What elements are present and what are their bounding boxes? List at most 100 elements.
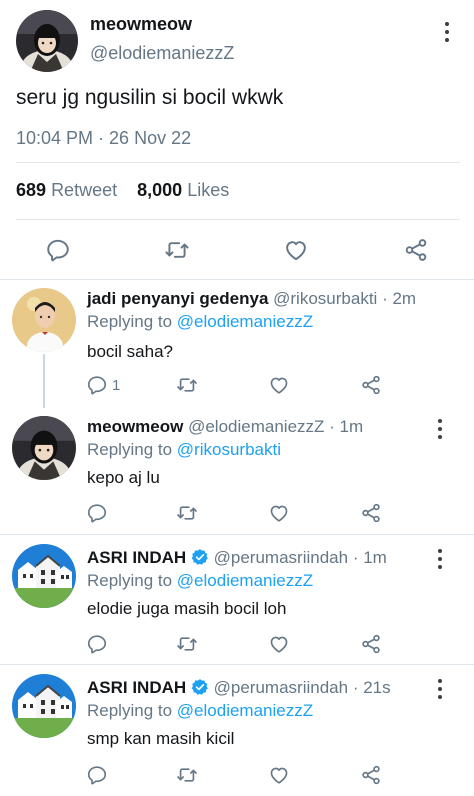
retweet-button[interactable] [157,230,197,270]
more-icon[interactable] [437,419,443,439]
reply-text: smp kan masih kicil [87,729,235,748]
retweet-icon [176,502,198,524]
avatar-rikosurbakti[interactable] [12,288,76,352]
replying-label: Replying to [87,701,173,720]
replying-to-handle[interactable]: @elodiemaniezzZ [177,312,313,331]
reply-tweet[interactable]: jadi penyanyi gedenya @rikosurbakti · 2m… [0,280,474,406]
like-icon [268,633,290,655]
reply-author-name[interactable]: meowmeow [87,417,183,436]
retweet-button[interactable] [176,372,198,398]
reply-icon [86,764,108,786]
share-button[interactable] [360,372,382,398]
reply-icon [45,237,71,263]
reply-button[interactable] [86,762,108,788]
reply-author-name[interactable]: ASRI INDAH [87,548,186,567]
share-icon [360,633,382,655]
replying-to-handle[interactable]: @elodiemaniezzZ [177,571,313,590]
divider [16,162,460,163]
reply-actions [0,631,474,657]
avatar-meowmeow[interactable] [12,416,76,480]
reply-button[interactable]: 1 [86,372,120,398]
reply-author-handle[interactable]: @perumasriindah [214,678,348,697]
like-button[interactable] [268,631,290,657]
author-name[interactable]: meowmeow [90,14,192,35]
reply-tweet[interactable]: ASRI INDAH @perumasriindah · 1m Replying… [0,535,474,663]
reply-count: 1 [112,376,121,394]
reply-author-name[interactable]: jadi penyanyi gedenya [87,289,268,308]
replying-to: Replying to @elodiemaniezzZ [87,571,313,591]
like-button[interactable] [276,230,316,270]
reply-text: bocil saha? [87,342,174,361]
retweet-icon [164,237,190,263]
reply-button[interactable] [86,500,108,526]
reply-text: elodie juga masih bocil loh [87,599,287,618]
reply-tweet[interactable]: ASRI INDAH @perumasriindah · 21s Replyin… [0,665,474,796]
avatar-perumasriindah[interactable] [12,674,76,738]
share-icon [403,237,429,263]
reply-header: jadi penyanyi gedenya @rikosurbakti · 2m [87,289,416,309]
retweet-count[interactable]: 689 [16,180,46,200]
more-icon[interactable] [437,679,443,699]
like-icon [283,237,309,263]
reply-button[interactable] [38,230,78,270]
like-icon [268,764,290,786]
reply-icon [86,502,108,524]
like-button[interactable] [268,500,290,526]
reply-icon [86,633,108,655]
reply-time: · 2m [382,289,417,308]
share-icon [360,374,382,396]
reply-icon [86,374,108,396]
share-icon [360,764,382,786]
share-icon [360,502,382,524]
reply-text: kepo aj lu [87,468,160,487]
share-button[interactable] [360,762,382,788]
retweet-button[interactable] [176,500,198,526]
tweet-text: seru jg ngusilin si bocil wkwk [16,86,284,109]
reply-actions [0,762,474,788]
verified-icon [191,679,208,695]
replying-to: Replying to @rikosurbakti [87,440,281,460]
replying-label: Replying to [87,571,173,590]
like-label[interactable]: Likes [187,180,229,200]
replying-to: Replying to @elodiemaniezzZ [87,312,313,332]
retweet-icon [176,764,198,786]
reply-author-handle[interactable]: @perumasriindah [214,548,348,567]
avatar-perumasriindah[interactable] [12,544,76,608]
more-icon[interactable] [444,22,450,42]
reply-author-handle[interactable]: @elodiemaniezzZ [188,417,324,436]
share-button[interactable] [360,631,382,657]
retweet-button[interactable] [176,631,198,657]
replying-to-handle[interactable]: @elodiemaniezzZ [177,701,313,720]
reply-tweet[interactable]: meowmeow @elodiemaniezzZ · 1m Replying t… [0,406,474,534]
reply-author-name[interactable]: ASRI INDAH [87,678,186,697]
retweet-icon [176,633,198,655]
replying-to-handle[interactable]: @rikosurbakti [177,440,281,459]
tweet-timestamp[interactable]: 10:04 PM · 26 Nov 22 [16,128,191,149]
replying-label: Replying to [87,312,173,331]
retweet-label[interactable]: Retweet [51,180,117,200]
reply-author-handle[interactable]: @rikosurbakti [273,289,377,308]
more-icon[interactable] [437,549,443,569]
share-button[interactable] [360,500,382,526]
reply-header: ASRI INDAH @perumasriindah · 1m [87,548,387,568]
reply-time: · 21s [352,678,391,697]
reply-header: meowmeow @elodiemaniezzZ · 1m [87,417,363,437]
author-handle[interactable]: @elodiemaniezzZ [90,43,234,64]
main-tweet: meowmeow @elodiemaniezzZ seru jg ngusili… [0,0,474,280]
replying-label: Replying to [87,440,173,459]
like-button[interactable] [268,762,290,788]
replying-to: Replying to @elodiemaniezzZ [87,701,313,721]
retweet-icon [176,374,198,396]
like-button[interactable] [268,372,290,398]
reply-header: ASRI INDAH @perumasriindah · 21s [87,678,391,698]
tweet-actions [0,230,474,270]
avatar-meowmeow[interactable] [16,10,78,72]
reply-actions: 1 [0,372,474,398]
reply-time: · 1m [329,417,364,436]
share-button[interactable] [396,230,436,270]
tweet-stats: 689 Retweet 8,000 Likes [16,180,229,201]
like-count[interactable]: 8,000 [137,180,182,200]
divider [16,219,460,220]
reply-button[interactable] [86,631,108,657]
retweet-button[interactable] [176,762,198,788]
